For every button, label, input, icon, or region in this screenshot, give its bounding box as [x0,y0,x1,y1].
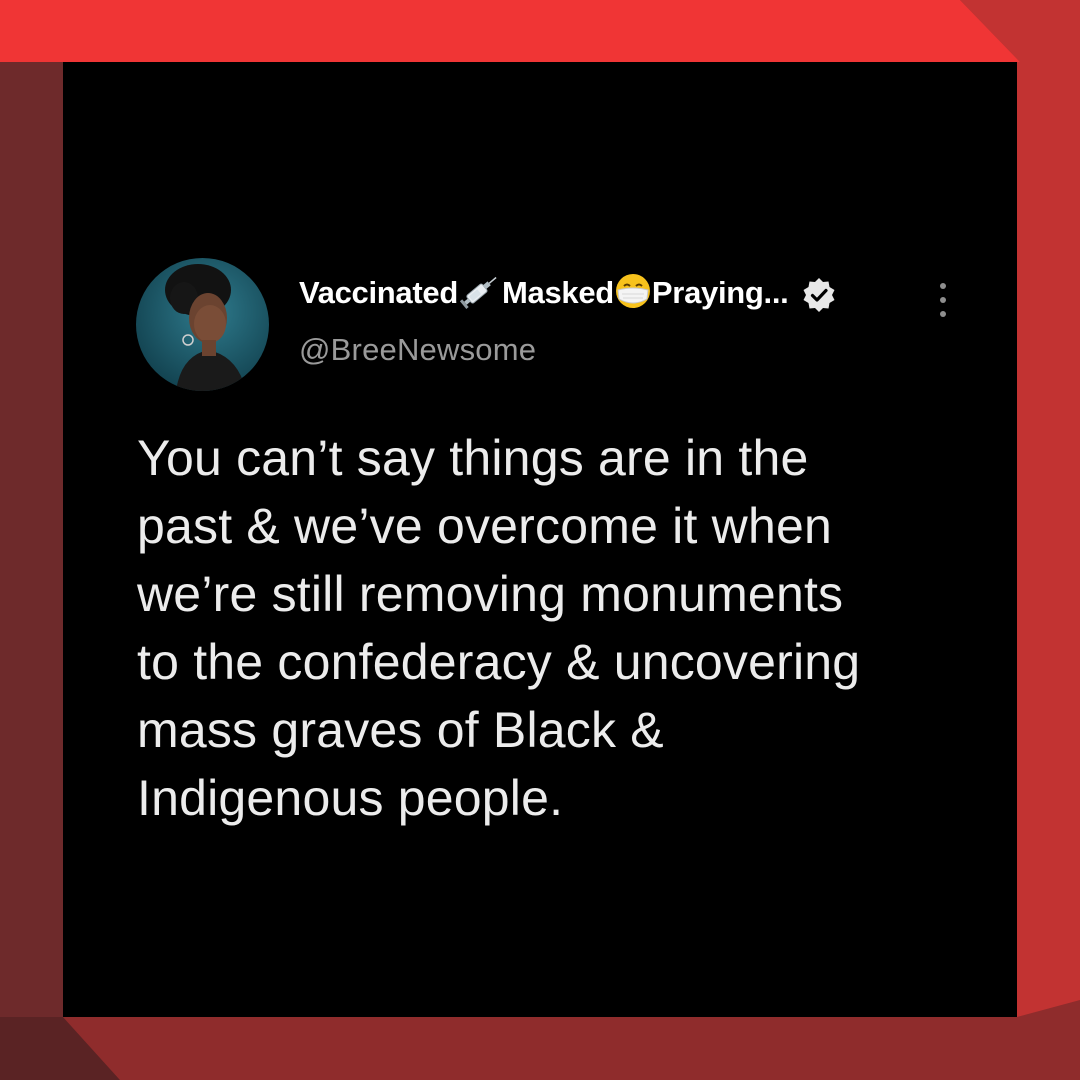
name-part-praying: Praying... [651,275,789,311]
name-part-masked: Masked [501,275,614,311]
tweet-card: Vaccinated Masked Praying... @BreeNewsom… [63,62,1017,1017]
avatar[interactable] [136,258,269,391]
verified-badge-icon [802,278,836,312]
tweet-text: You can’t say things are in the past & w… [137,430,861,826]
more-dot [940,311,946,317]
syringe-emoji [458,273,502,317]
avatar-image [136,258,269,391]
user-handle[interactable]: @BreeNewsome [299,332,959,368]
more-dot [940,297,946,303]
display-name[interactable]: Vaccinated Masked Praying... [299,273,789,317]
face-with-medical-mask-emoji [614,273,652,317]
display-name-row[interactable]: Vaccinated Masked Praying... [299,270,959,320]
more-options-icon[interactable] [936,283,950,317]
name-part-vaccinated: Vaccinated [299,275,458,311]
more-dot [940,283,946,289]
tweet-header: Vaccinated Masked Praying... @BreeNewsom… [299,270,959,368]
